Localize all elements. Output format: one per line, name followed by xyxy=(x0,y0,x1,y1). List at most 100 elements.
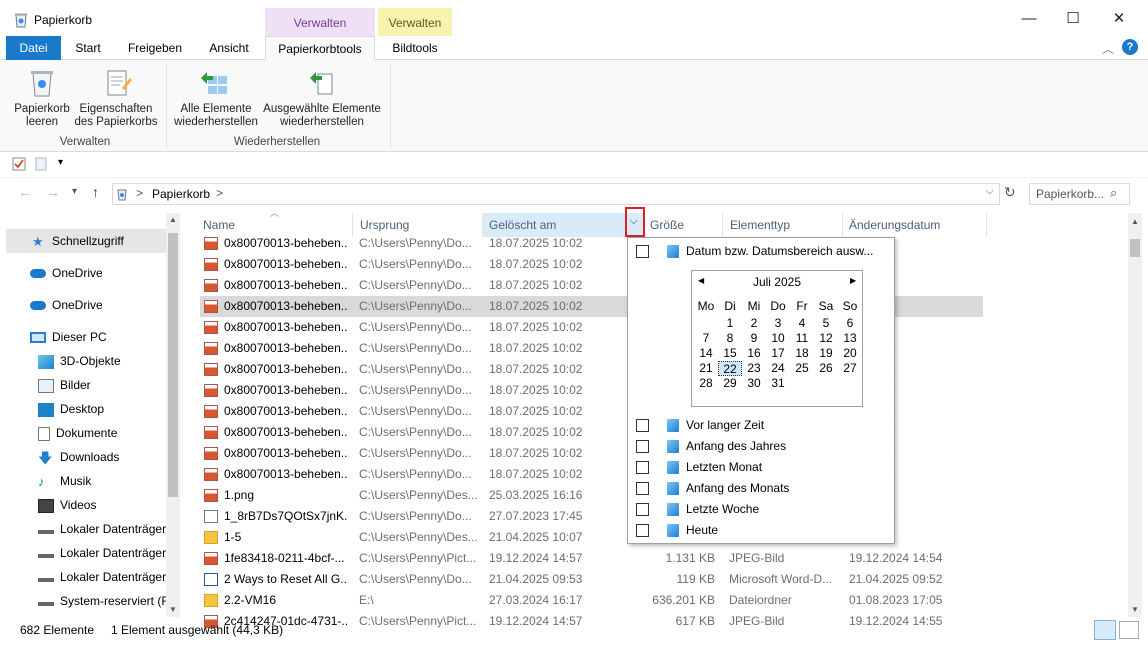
sidebar-item-downloads[interactable]: 🡇 Downloads xyxy=(6,445,166,469)
recent-locations-icon[interactable]: ▾ xyxy=(72,186,77,197)
calendar-day[interactable]: 24 xyxy=(766,361,790,376)
column-divider[interactable] xyxy=(986,213,987,237)
calendar-day[interactable]: 16 xyxy=(742,346,766,361)
calendar-day[interactable]: 9 xyxy=(742,331,766,346)
recycle-bin-properties-button[interactable]: Eigenschaften des Papierkorbs xyxy=(74,103,158,129)
sidebar-item-onedrive-2[interactable]: OneDrive xyxy=(6,293,166,317)
sidebar-item-system-reserved[interactable]: System-reserviert (F: xyxy=(6,589,166,613)
calendar-day[interactable]: 1 xyxy=(718,316,742,331)
address-bar[interactable] xyxy=(112,183,1000,205)
calendar-day[interactable]: 21 xyxy=(694,361,718,376)
calendar-day[interactable]: 6 xyxy=(838,316,862,331)
checkbox[interactable] xyxy=(636,503,649,517)
scroll-up-icon[interactable]: ▲ xyxy=(1131,217,1139,226)
address-path[interactable]: Papierkorb xyxy=(152,187,210,201)
properties-check-icon[interactable] xyxy=(12,157,26,171)
help-icon[interactable]: ? xyxy=(1122,39,1138,55)
calendar-day[interactable]: 26 xyxy=(814,361,838,376)
calendar-day[interactable]: 11 xyxy=(790,331,814,346)
filter-option[interactable]: Anfang des Jahres xyxy=(636,436,886,456)
calendar-day[interactable]: 29 xyxy=(718,376,742,391)
sidebar-item-local-disk-2[interactable]: Lokaler Datenträger xyxy=(6,541,166,565)
calendar-month[interactable]: Juli 2025 xyxy=(692,275,862,289)
calendar-day[interactable]: 27 xyxy=(838,361,862,376)
calendar-day[interactable]: 19 xyxy=(814,346,838,361)
checkbox[interactable] xyxy=(636,245,649,259)
scroll-up-icon[interactable]: ▲ xyxy=(169,215,177,224)
calendar-day[interactable]: 5 xyxy=(814,316,838,331)
sidebar-item-pictures[interactable]: Bilder xyxy=(6,373,166,397)
calendar-day[interactable]: 7 xyxy=(694,331,718,346)
collapse-ribbon-icon[interactable]: ︿ xyxy=(1102,40,1114,57)
calendar-day[interactable]: 17 xyxy=(766,346,790,361)
context-tab-manage-picture[interactable]: Verwalten xyxy=(378,8,452,36)
filter-option[interactable]: Vor langer Zeit xyxy=(636,415,886,435)
sidebar-item-onedrive[interactable]: OneDrive xyxy=(6,261,166,285)
minimize-button[interactable]: — xyxy=(1016,6,1042,32)
calendar-day[interactable]: 12 xyxy=(814,331,838,346)
details-view-icon[interactable] xyxy=(1094,620,1116,640)
new-folder-icon[interactable] xyxy=(34,157,48,171)
sidebar-item-this-pc[interactable]: Dieser PC xyxy=(6,325,166,349)
restore-all-button[interactable]: Alle Elemente wiederherstellen xyxy=(170,103,262,129)
filter-option[interactable]: Letzte Woche xyxy=(636,499,886,519)
table-row[interactable]: 2 Ways to Reset All G... C:\Users\Penny\D… xyxy=(200,569,983,590)
scroll-down-icon[interactable]: ▼ xyxy=(169,605,177,614)
context-tab-manage-recycle[interactable]: Verwalten xyxy=(265,8,375,36)
filter-option[interactable]: Heute xyxy=(636,520,886,540)
calendar-day[interactable]: 22 xyxy=(718,361,742,376)
calendar-day[interactable]: 10 xyxy=(766,331,790,346)
filter-option[interactable]: Letzten Monat xyxy=(636,457,886,477)
sidebar-item-quick-access[interactable]: ★ Schnellzugriff xyxy=(6,229,166,253)
address-dropdown-icon[interactable]: ⌵ xyxy=(986,186,994,197)
calendar-day[interactable]: 8 xyxy=(718,331,742,346)
calendar-day[interactable]: 31 xyxy=(766,376,790,391)
sidebar-item-music[interactable]: ♪ Musik xyxy=(6,469,166,493)
checkbox[interactable] xyxy=(636,419,649,433)
filter-option-date-range[interactable]: Datum bzw. Datumsbereich ausw... xyxy=(636,241,886,261)
table-row[interactable]: 2.2-VM16 E:\ 27.03.2024 16:17 636.201 KB Dat… xyxy=(200,590,983,611)
forward-icon[interactable]: → xyxy=(46,184,60,200)
customize-toolbar-icon[interactable]: ▾ xyxy=(58,157,63,168)
calendar-day[interactable]: 15 xyxy=(718,346,742,361)
tab-freigeben[interactable]: Freigeben xyxy=(122,36,188,60)
calendar-day[interactable]: 3 xyxy=(766,316,790,331)
sidebar-item-desktop[interactable]: Desktop xyxy=(6,397,166,421)
maximize-button[interactable]: ☐ xyxy=(1060,6,1086,32)
empty-recycle-bin-button[interactable]: Papierkorb leeren xyxy=(10,103,74,129)
tab-papierkorbtools[interactable]: Papierkorbtools xyxy=(265,36,375,61)
checkbox[interactable] xyxy=(636,482,649,496)
tab-ansicht[interactable]: Ansicht xyxy=(202,36,256,60)
sidebar-item-local-disk[interactable]: Lokaler Datenträger xyxy=(6,517,166,541)
sidebar-item-videos[interactable]: Videos xyxy=(6,493,166,517)
large-icons-view-icon[interactable] xyxy=(1119,621,1139,639)
file-list-scrollbar[interactable]: ▲ ▼ xyxy=(1128,213,1142,617)
calendar-day[interactable]: 25 xyxy=(790,361,814,376)
tab-bildtools[interactable]: Bildtools xyxy=(382,36,448,60)
refresh-icon[interactable]: ↻ xyxy=(1004,184,1016,201)
calendar-day[interactable]: 13 xyxy=(838,331,862,346)
checkbox[interactable] xyxy=(636,524,649,538)
table-row[interactable]: 1fe83418-0211-4bcf-... C:\Users\Penny\Pic… xyxy=(200,548,983,569)
sidebar-item-local-disk-3[interactable]: Lokaler Datenträger xyxy=(6,565,166,589)
tab-datei[interactable]: Datei xyxy=(6,36,61,60)
calendar-day[interactable]: 14 xyxy=(694,346,718,361)
close-button[interactable]: ✕ xyxy=(1106,6,1132,32)
tab-start[interactable]: Start xyxy=(68,36,108,60)
scroll-thumb[interactable] xyxy=(1130,239,1140,257)
checkbox[interactable] xyxy=(636,440,649,454)
calendar-day[interactable]: 18 xyxy=(790,346,814,361)
calendar-day[interactable]: 30 xyxy=(742,376,766,391)
next-month-icon[interactable]: ▶ xyxy=(850,276,856,285)
scroll-thumb[interactable] xyxy=(168,233,178,497)
calendar-day[interactable]: 28 xyxy=(694,376,718,391)
scroll-down-icon[interactable]: ▼ xyxy=(1131,605,1139,614)
up-icon[interactable]: ↑ xyxy=(92,184,99,200)
checkbox[interactable] xyxy=(636,461,649,475)
calendar-day[interactable]: 2 xyxy=(742,316,766,331)
sidebar-item-documents[interactable]: Dokumente xyxy=(6,421,166,445)
filter-option[interactable]: Anfang des Monats xyxy=(636,478,886,498)
calendar-day[interactable]: 20 xyxy=(838,346,862,361)
sidebar-item-3d-objects[interactable]: 3D-Objekte xyxy=(6,349,166,373)
calendar-day[interactable]: 23 xyxy=(742,361,766,376)
